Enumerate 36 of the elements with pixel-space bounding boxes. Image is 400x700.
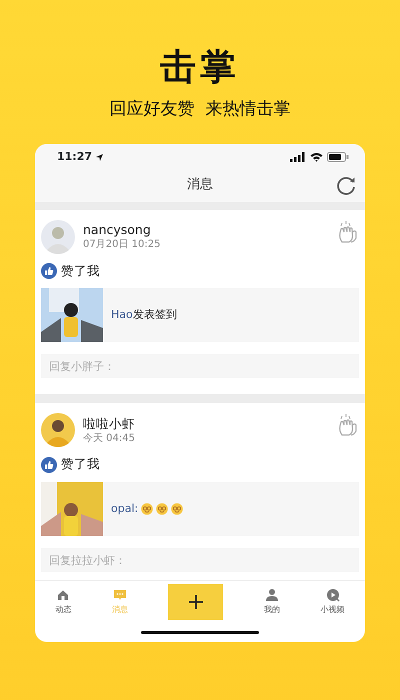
smiley-glasses-icon	[141, 503, 154, 516]
signal-icon	[290, 152, 306, 162]
location-icon	[95, 152, 104, 162]
plus-icon	[188, 594, 203, 609]
user-name: nancysong	[83, 222, 152, 238]
author-link[interactable]: opal:	[111, 500, 138, 518]
status-time: 11:27	[57, 148, 92, 165]
author-link[interactable]: Hao	[111, 307, 133, 324]
battery-icon	[327, 152, 349, 162]
action-text: 赞了我	[61, 455, 100, 474]
person-icon	[265, 588, 280, 602]
add-button[interactable]	[168, 584, 224, 620]
nav-title: 消息	[187, 176, 213, 194]
reply-field[interactable]: 回复小胖子：	[41, 354, 359, 378]
reply-field[interactable]: 回复拉拉小虾：	[41, 548, 359, 572]
smiley-glasses-icon	[171, 503, 184, 516]
tab[interactable]: 动态	[55, 588, 72, 616]
avatar	[41, 220, 75, 254]
page-title: 击掌	[159, 46, 241, 90]
user-name: 啦啦小虾	[83, 416, 136, 432]
post-time: 07月20日 10:25	[83, 238, 162, 252]
page-subtitle: 回应好友赞 来热情击掌	[108, 98, 292, 120]
tab[interactable]: 小视频	[320, 588, 345, 616]
thumbs-up-icon	[41, 263, 57, 280]
tab[interactable]: 我的	[264, 588, 280, 616]
refresh-icon[interactable]	[335, 174, 357, 196]
thumbs-up-icon	[41, 456, 57, 473]
post-time: 今天 04:45	[83, 432, 136, 445]
avatar	[41, 413, 75, 448]
chat-bubble-icon	[112, 588, 127, 602]
post-text: 发表签到	[132, 307, 177, 324]
smiley-glasses-icon	[156, 503, 168, 516]
wifi-icon	[310, 152, 323, 162]
home-icon	[56, 588, 70, 602]
action-text: 赞了我	[61, 262, 100, 280]
video-icon	[326, 588, 340, 602]
